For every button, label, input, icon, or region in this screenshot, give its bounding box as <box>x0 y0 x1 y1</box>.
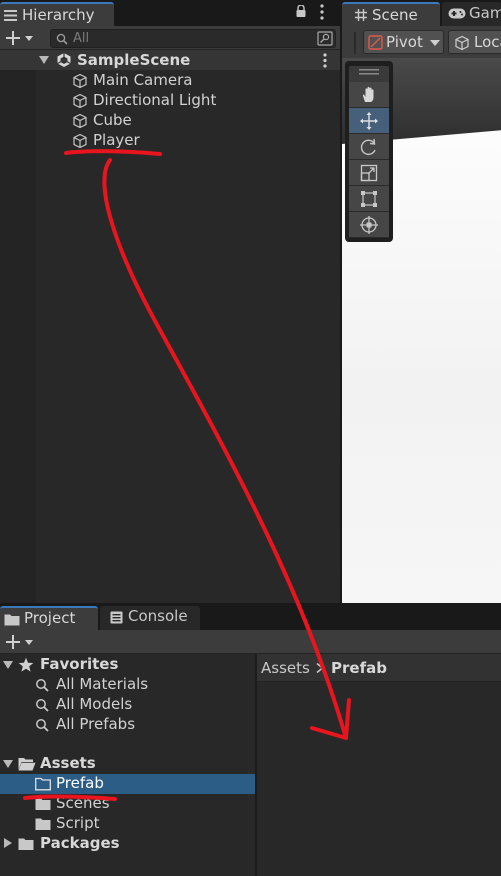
tree-item-label: Packages <box>40 834 120 852</box>
move-icon <box>360 112 378 130</box>
gameobject-cube-icon <box>73 93 87 109</box>
move-tool-button[interactable] <box>349 108 389 134</box>
tree-item-packages[interactable]: Packages <box>0 834 255 854</box>
tree-item-script[interactable]: Script <box>34 814 234 834</box>
rect-transform-icon <box>361 191 377 207</box>
pivot-label: Pivot <box>386 33 423 51</box>
hierarchy-item-label: Main Camera <box>93 71 193 89</box>
pivot-icon <box>368 35 383 50</box>
console-icon <box>110 611 123 624</box>
lock-icon[interactable] <box>296 5 306 17</box>
tree-item-scenes[interactable]: Scenes <box>34 794 234 814</box>
local-dropdown[interactable]: Local <box>448 30 501 54</box>
tree-item-label: All Models <box>56 695 133 713</box>
grid-hash-icon <box>355 9 367 21</box>
tab-console[interactable]: Console <box>100 606 200 630</box>
folder-icon <box>35 818 51 830</box>
open-folder-icon <box>18 758 36 771</box>
tab-game-label: Game <box>469 4 501 22</box>
folder-icon <box>18 838 34 850</box>
tree-item-favorites[interactable]: Favorites <box>0 655 255 675</box>
expand-arrow-icon[interactable] <box>39 56 49 64</box>
scale-tool-button[interactable] <box>349 160 389 186</box>
tree-item-all-materials[interactable]: All Materials <box>34 675 234 695</box>
kebab-menu-icon[interactable] <box>320 4 324 20</box>
search-icon <box>36 719 49 732</box>
rect-tool-button[interactable] <box>349 186 389 212</box>
hierarchy-search-field[interactable] <box>50 29 336 48</box>
tab-hierarchy[interactable]: Hierarchy <box>0 2 114 26</box>
tab-game[interactable]: Game <box>442 2 501 26</box>
tree-item-label: Script <box>56 814 100 832</box>
hierarchy-gutter <box>0 50 36 603</box>
gameobject-cube-icon <box>73 133 87 149</box>
tree-item-label: Prefab <box>56 774 104 792</box>
tree-item-prefab[interactable]: Prefab <box>34 774 234 794</box>
collapse-arrow-icon[interactable] <box>4 838 12 848</box>
tab-hierarchy-label: Hierarchy <box>22 6 95 24</box>
hierarchy-item-label: Cube <box>93 111 132 129</box>
toolbar-separator <box>354 32 356 54</box>
transform-icon <box>360 216 378 234</box>
project-content-area[interactable] <box>257 654 501 876</box>
breadcrumb-prefab: Prefab <box>331 659 387 677</box>
scene-kebab-icon[interactable] <box>323 53 327 68</box>
search-icon <box>36 699 49 712</box>
tree-item-all-prefabs[interactable]: All Prefabs <box>34 715 234 735</box>
search-icon <box>56 33 68 45</box>
breadcrumb-assets[interactable]: Assets <box>261 659 310 677</box>
local-label: Local <box>474 33 501 51</box>
hierarchy-item-label: Directional Light <box>93 91 217 109</box>
pivot-dropdown[interactable]: Pivot <box>363 30 444 54</box>
tree-item-all-models[interactable]: All Models <box>34 695 234 715</box>
unity-scene-icon <box>57 53 71 67</box>
hierarchy-item-label: Player <box>93 131 140 149</box>
expand-arrow-icon[interactable] <box>3 661 13 669</box>
create-asset-button[interactable] <box>4 632 38 652</box>
tree-item-assets[interactable]: Assets <box>0 754 255 774</box>
drag-grip-icon[interactable] <box>359 69 379 75</box>
project-toolbar <box>0 630 501 654</box>
folder-icon <box>35 798 51 810</box>
list-menu-icon <box>4 10 17 21</box>
gameobject-cube-icon <box>73 73 87 89</box>
tab-scene[interactable]: Scene <box>342 2 440 26</box>
gameobject-cube-icon <box>73 113 87 129</box>
tree-item-label: All Materials <box>56 675 149 693</box>
folder-icon <box>4 614 20 626</box>
tree-item-label: Favorites <box>40 655 119 673</box>
rotate-tool-button[interactable] <box>349 134 389 160</box>
tree-item-label: Assets <box>40 754 96 772</box>
rotate-icon <box>360 138 376 156</box>
tab-project[interactable]: Project <box>0 606 98 630</box>
tab-project-label: Project <box>24 609 76 627</box>
expand-arrow-icon[interactable] <box>3 760 13 768</box>
search-mode-icon[interactable] <box>317 31 333 46</box>
local-space-cube-icon <box>455 35 469 51</box>
search-icon <box>36 679 49 692</box>
tree-item-label: Scenes <box>56 794 110 812</box>
tree-item-label: All Prefabs <box>56 715 136 733</box>
chevron-down-icon <box>430 40 440 46</box>
transform-tool-button[interactable] <box>349 212 389 238</box>
hand-icon <box>362 86 374 102</box>
gamepad-icon <box>448 8 466 19</box>
folder-icon <box>35 777 51 791</box>
add-object-button[interactable] <box>4 28 38 48</box>
tab-scene-label: Scene <box>372 6 418 24</box>
chevron-right-icon <box>316 663 324 673</box>
star-icon <box>18 657 34 672</box>
hand-tool-button[interactable] <box>349 82 389 108</box>
search-input[interactable] <box>73 31 303 46</box>
tab-console-label: Console <box>128 607 188 625</box>
scene-name[interactable]: SampleScene <box>77 51 190 69</box>
scale-icon <box>360 164 378 182</box>
